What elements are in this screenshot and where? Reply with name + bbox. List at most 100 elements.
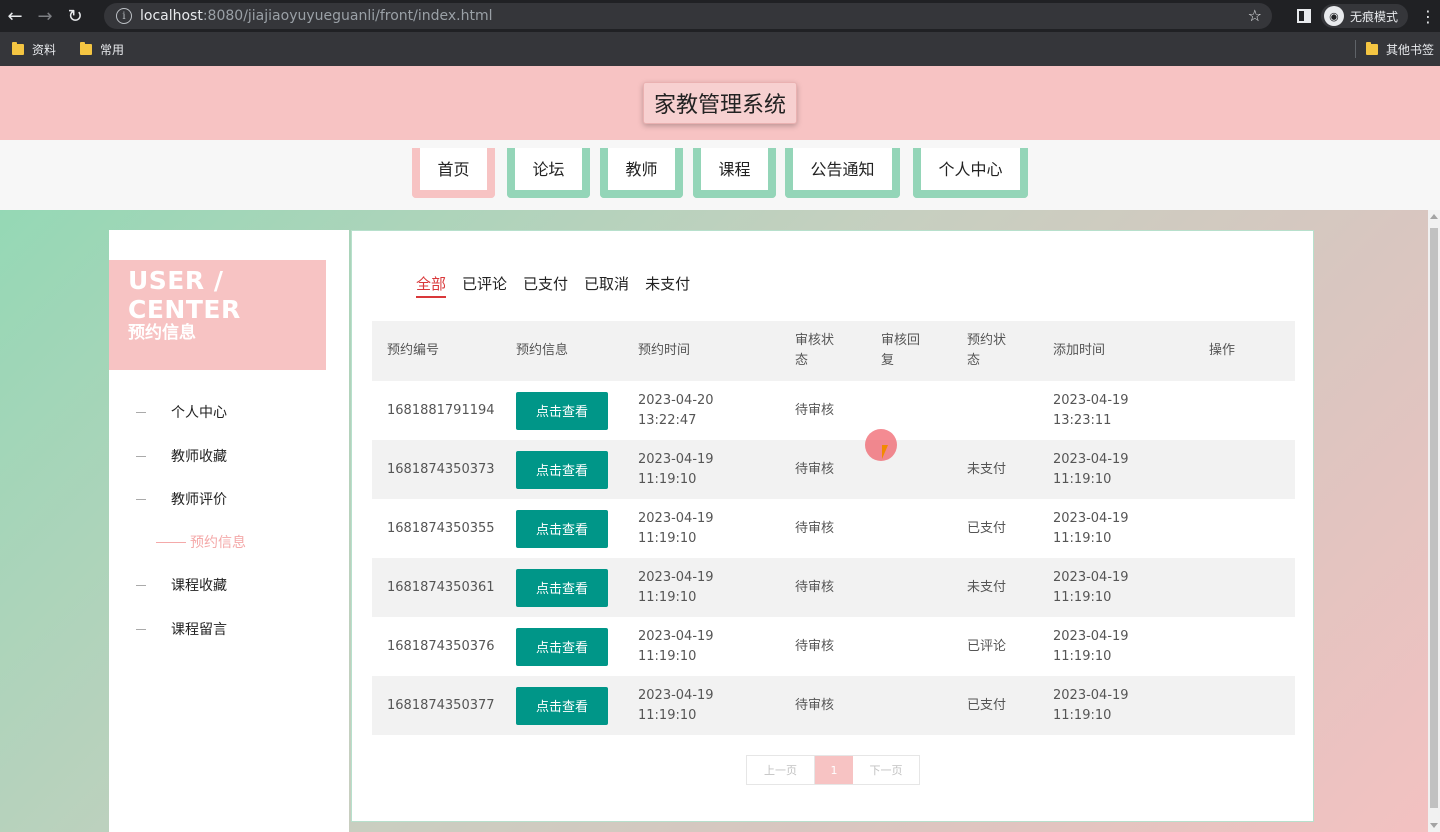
sidebar-title-en: USER / CENTER xyxy=(128,266,241,324)
audit-status: 待审核 xyxy=(795,461,835,477)
star-icon[interactable]: ☆ xyxy=(1248,6,1262,25)
tab-cancelled[interactable]: 已取消 xyxy=(584,273,629,298)
view-details-button[interactable]: 点击查看 xyxy=(516,686,608,725)
tab-paid[interactable]: 已支付 xyxy=(523,273,568,298)
appointment-status: 未支付 xyxy=(967,579,1007,595)
user-sidebar: USER / CENTER 预约信息 个人中心 教师收藏 教师评价 预约信息 课… xyxy=(109,230,349,832)
view-details-button[interactable]: 点击查看 xyxy=(516,450,608,489)
pagination: 上一页 1 下一页 xyxy=(746,755,920,785)
audit-status: 待审核 xyxy=(795,520,835,536)
added-time: 2023-04-19 13:23:11 xyxy=(1053,392,1129,428)
folder-icon xyxy=(80,41,93,55)
sidebar-item-course-favorites[interactable]: 课程收藏 xyxy=(109,573,349,597)
sidebar-item-teacher-reviews[interactable]: 教师评价 xyxy=(109,487,349,511)
incognito-badge[interactable]: ◉ 无痕模式 xyxy=(1320,4,1408,28)
next-page-button[interactable]: 下一页 xyxy=(853,756,919,784)
view-details-button[interactable]: 点击查看 xyxy=(516,509,608,548)
column-header: 审核回复 xyxy=(881,333,921,368)
tab-commented[interactable]: 已评论 xyxy=(462,273,507,298)
nav-user-center[interactable]: 个人中心 xyxy=(913,148,1028,198)
bookmark-folder[interactable]: 常用 xyxy=(80,41,124,58)
view-cell: 点击查看 xyxy=(516,558,608,617)
tab-unpaid[interactable]: 未支付 xyxy=(645,273,690,298)
appointment-id: 1681874350361 xyxy=(387,579,495,595)
dash-icon xyxy=(156,541,186,543)
cursor-icon xyxy=(882,445,888,459)
table-row: 1681874350373 点击查看 2023-04-19 11:19:10 待审核 未支… xyxy=(372,440,1295,499)
scroll-up-icon[interactable] xyxy=(1430,214,1438,219)
appointment-time: 2023-04-19 11:19:10 xyxy=(638,687,714,723)
address-bar[interactable]: i localhost:8080/jiajiaoyuyueguanli/fron… xyxy=(104,3,1272,29)
appointment-status: 已评论 xyxy=(967,638,1007,654)
added-time: 2023-04-19 11:19:10 xyxy=(1053,510,1129,546)
browser-toolbar: ← → ↻ i localhost:8080/jiajiaoyuyueguanl… xyxy=(0,0,1440,32)
site-title: 家教管理系统 xyxy=(642,82,797,124)
appointment-table: 预约编号 预约信息 预约时间 审核状态 审核回复 预约状态 添加时间 操作 16… xyxy=(372,321,1295,735)
dash-icon xyxy=(136,498,146,500)
folder-icon xyxy=(12,41,24,55)
forward-icon[interactable]: → xyxy=(30,0,60,32)
view-details-button[interactable]: 点击查看 xyxy=(516,627,608,666)
current-page[interactable]: 1 xyxy=(815,756,853,784)
sidebar-item-teacher-favorites[interactable]: 教师收藏 xyxy=(109,444,349,468)
view-details-button[interactable]: 点击查看 xyxy=(516,391,608,430)
tab-all[interactable]: 全部 xyxy=(416,273,447,298)
page: 家教管理系统 首页 论坛 教师 课程 公告通知 个人中心 USER / CENT… xyxy=(0,66,1440,832)
nav-courses[interactable]: 课程 xyxy=(693,148,776,198)
main-nav: 首页 论坛 教师 课程 公告通知 个人中心 xyxy=(0,140,1440,210)
appointment-id: 1681874350373 xyxy=(387,461,495,477)
audit-status: 待审核 xyxy=(795,697,835,713)
column-header: 预约状态 xyxy=(967,333,1007,368)
incognito-label: 无痕模式 xyxy=(1349,9,1398,24)
sidebar-header: USER / CENTER 预约信息 xyxy=(109,260,326,370)
appointment-id: 1681874350377 xyxy=(387,697,495,713)
site-header: 家教管理系统 xyxy=(0,66,1440,140)
column-header: 预约编号 xyxy=(387,343,440,358)
back-icon[interactable]: ← xyxy=(0,0,30,32)
sidebar-title-cn: 预约信息 xyxy=(128,323,196,343)
dash-icon xyxy=(136,411,146,413)
menu-icon[interactable]: ⋮ xyxy=(1416,7,1440,26)
sidebar-item-course-messages[interactable]: 课程留言 xyxy=(109,617,349,641)
incognito-icon: ◉ xyxy=(1323,6,1344,26)
added-time: 2023-04-19 11:19:10 xyxy=(1053,687,1129,723)
prev-page-button[interactable]: 上一页 xyxy=(747,756,815,784)
appointment-panel: 全部 已评论 已支付 已取消 未支付 预约编号 预约信息 预约时间 审核状态 审… xyxy=(351,230,1314,822)
column-header: 预约时间 xyxy=(638,343,691,358)
table-header: 预约编号 预约信息 预约时间 审核状态 审核回复 预约状态 添加时间 操作 xyxy=(372,321,1295,381)
table-row: 1681874350361 点击查看 2023-04-19 11:19:10 待审核 未支… xyxy=(372,558,1295,617)
table-row: 1681874350376 点击查看 2023-04-19 11:19:10 待审核 已评… xyxy=(372,617,1295,676)
view-cell: 点击查看 xyxy=(516,440,608,499)
audit-status: 待审核 xyxy=(795,402,835,418)
table-row: 1681881791194 点击查看 2023-04-20 13:22:47 待审核 20… xyxy=(372,381,1295,440)
appointment-id: 1681874350355 xyxy=(387,520,495,536)
added-time: 2023-04-19 11:19:10 xyxy=(1053,451,1129,487)
added-time: 2023-04-19 11:19:10 xyxy=(1053,628,1129,664)
click-indicator xyxy=(865,429,897,461)
other-bookmarks[interactable]: 其他书签 xyxy=(1365,41,1434,58)
view-details-button[interactable]: 点击查看 xyxy=(516,568,608,607)
page-scrollbar[interactable] xyxy=(1428,210,1440,832)
sidebar-item-appointments[interactable]: 预约信息 xyxy=(109,530,349,554)
appointment-id: 1681874350376 xyxy=(387,638,495,654)
status-tabs: 全部 已评论 已支付 已取消 未支付 xyxy=(416,273,706,298)
nav-teachers[interactable]: 教师 xyxy=(600,148,683,198)
sidebar-item-user-center[interactable]: 个人中心 xyxy=(109,400,349,424)
reload-icon[interactable]: ↻ xyxy=(60,0,90,32)
table-body: 1681881791194 点击查看 2023-04-20 13:22:47 待审核 20… xyxy=(372,381,1295,735)
table-row: 1681874350377 点击查看 2023-04-19 11:19:10 待审核 已支… xyxy=(372,676,1295,735)
appointment-time: 2023-04-19 11:19:10 xyxy=(638,451,714,487)
info-icon[interactable]: i xyxy=(116,8,132,24)
audit-status: 待审核 xyxy=(795,579,835,595)
scroll-down-icon[interactable] xyxy=(1430,823,1438,828)
side-panel-icon[interactable] xyxy=(1296,9,1311,23)
scroll-thumb[interactable] xyxy=(1430,228,1438,808)
appointment-time: 2023-04-19 11:19:10 xyxy=(638,569,714,605)
appointment-time: 2023-04-19 11:19:10 xyxy=(638,510,714,546)
nav-forum[interactable]: 论坛 xyxy=(507,148,590,198)
nav-announcements[interactable]: 公告通知 xyxy=(785,148,900,198)
bookmarks-bar: 资料 常用 其他书签 xyxy=(0,32,1440,66)
bookmark-folder[interactable]: 资料 xyxy=(12,41,56,58)
audit-status: 待审核 xyxy=(795,638,835,654)
nav-home[interactable]: 首页 xyxy=(412,148,495,198)
